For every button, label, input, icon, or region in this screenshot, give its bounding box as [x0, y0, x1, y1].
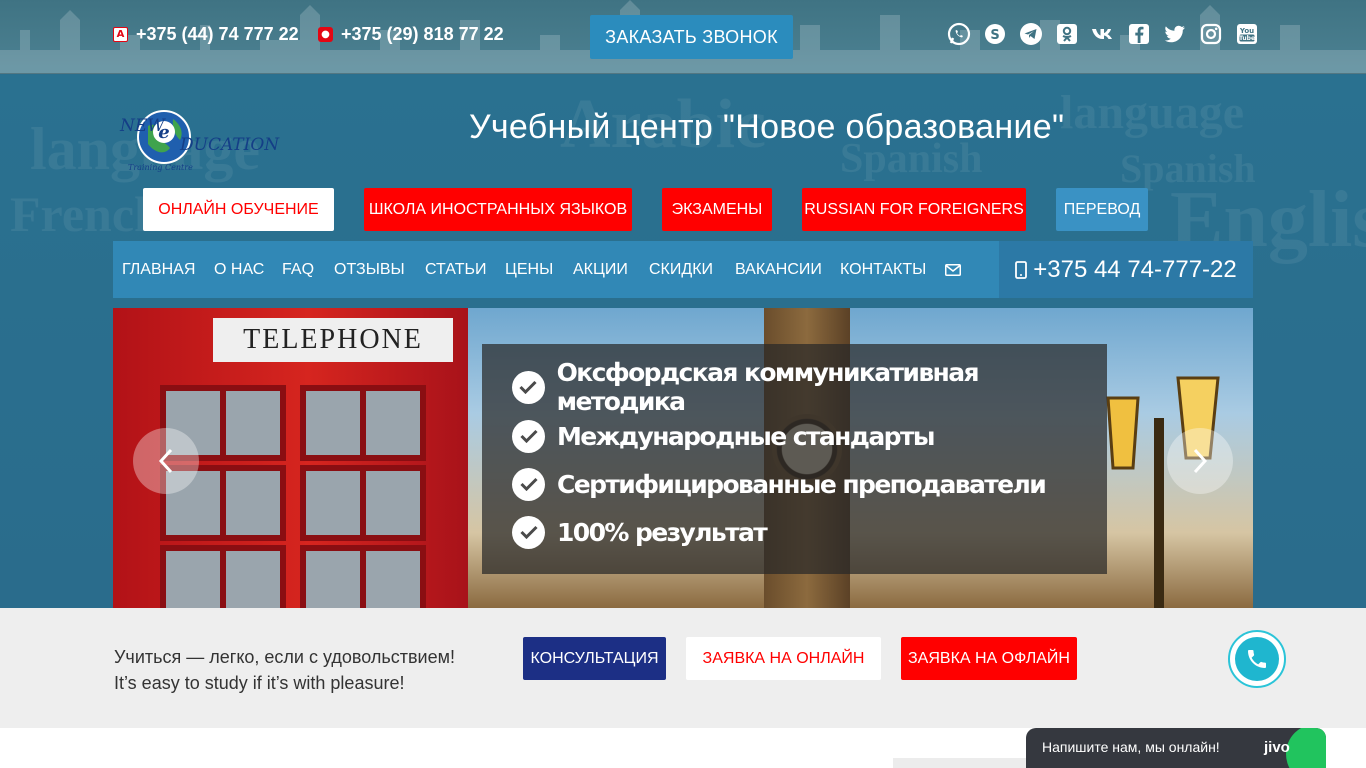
phone-a1-text: +375 (44) 74 777 22: [136, 23, 299, 44]
phone-icon: [1235, 637, 1279, 681]
jivo-chat-widget[interactable]: Напишите нам, мы онлайн! jivo: [1026, 728, 1326, 768]
check-icon: [512, 370, 545, 404]
telegram-icon[interactable]: [1018, 20, 1043, 47]
check-icon: [512, 467, 545, 501]
booth-sign: TELEPHONE: [213, 318, 453, 362]
svg-text:You: You: [1238, 27, 1253, 35]
motto-ru: Учиться — легко, если с удовольствием!: [114, 647, 455, 667]
odnoklassniki-icon[interactable]: [1054, 20, 1079, 47]
envelope-icon[interactable]: [945, 241, 961, 298]
nav-item-faq[interactable]: FAQ: [282, 241, 314, 298]
phone-mts-text: +375 (29) 818 77 22: [341, 23, 504, 44]
svg-text:DUCATION: DUCATION: [179, 135, 280, 155]
check-icon: [512, 419, 545, 453]
feature-item: 100% результат: [512, 515, 768, 549]
jivo-chat-text: Напишите нам, мы онлайн!: [1042, 739, 1220, 755]
consultation-button[interactable]: КОНСУЛЬТАЦИЯ: [523, 637, 666, 680]
chevron-left-icon: [158, 448, 173, 474]
whatsapp-icon[interactable]: [946, 20, 971, 47]
offline-request-button[interactable]: ЗАЯВКА НА ОФЛАЙН: [901, 637, 1077, 680]
category-online-button[interactable]: ОНЛАЙН ОБУЧЕНИЕ: [143, 188, 334, 231]
category-translation-button[interactable]: ПЕРЕВОД: [1056, 188, 1148, 231]
nav-item-about[interactable]: О НАС: [214, 241, 264, 298]
motto: Учиться — легко, если с удовольствием! I…: [114, 644, 455, 696]
skype-icon[interactable]: S: [982, 20, 1007, 47]
bg-decoration: French: [10, 186, 162, 242]
a1-operator-icon: A: [113, 26, 128, 42]
motto-en: It’s easy to study if it’s with pleasure…: [114, 673, 405, 693]
feature-text: 100% результат: [557, 517, 768, 547]
feature-text: Сертифицированные преподаватели: [557, 469, 1047, 499]
category-language-school-button[interactable]: ШКОЛА ИНОСТРАННЫХ ЯЗЫКОВ: [364, 188, 632, 231]
jivo-accent: [1286, 728, 1326, 768]
bg-decoration: language: [1060, 86, 1245, 139]
feature-text: Оксфордская коммуникативная методика: [556, 358, 980, 416]
nav-item-articles[interactable]: СТАТЬИ: [425, 241, 486, 298]
vk-icon[interactable]: [1090, 20, 1115, 47]
svg-text:S: S: [990, 28, 999, 43]
main-nav: ГЛАВНАЯ О НАС FAQ ОТЗЫВЫ СТАТЬИ ЦЕНЫ АКЦ…: [113, 241, 1253, 298]
site-logo[interactable]: e NEW DUCATION Training Centre: [118, 104, 288, 174]
nav-item-discounts[interactable]: СКИДКИ: [649, 241, 713, 298]
nav-item-prices[interactable]: ЦЕНЫ: [505, 241, 553, 298]
phone-a1[interactable]: A +375 (44) 74 777 22: [113, 22, 299, 46]
features-overlay: Оксфордская коммуникативная методика Меж…: [482, 344, 1107, 574]
nav-item-vacancies[interactable]: ВАКАНСИИ: [735, 241, 822, 298]
phone-mts[interactable]: ● +375 (29) 818 77 22: [318, 22, 504, 46]
feature-item: Международные стандарты: [512, 419, 935, 453]
youtube-icon[interactable]: You Tube: [1234, 20, 1259, 47]
svg-text:NEW: NEW: [119, 116, 166, 136]
top-bar: A +375 (44) 74 777 22 ● +375 (29) 818 77…: [0, 0, 1366, 74]
feature-text: Международные стандарты: [557, 421, 935, 451]
nav-item-home[interactable]: ГЛАВНАЯ: [122, 241, 195, 298]
facebook-icon[interactable]: [1126, 20, 1151, 47]
twitter-icon[interactable]: [1162, 20, 1187, 47]
mts-operator-icon: ●: [318, 26, 333, 42]
chevron-right-icon: [1193, 448, 1208, 474]
nav-phone-text: +375 44 74-777-22: [1033, 255, 1237, 283]
nav-item-reviews[interactable]: ОТЗЫВЫ: [334, 241, 405, 298]
online-request-button[interactable]: ЗАЯВКА НА ОНЛАЙН: [686, 637, 881, 680]
order-call-button[interactable]: ЗАКАЗАТЬ ЗВОНОК: [590, 15, 793, 59]
check-icon: [512, 515, 545, 549]
svg-text:Training Centre: Training Centre: [128, 163, 193, 172]
nav-item-contacts[interactable]: КОНТАКТЫ: [840, 241, 926, 298]
callback-widget-button[interactable]: [1228, 630, 1286, 688]
mobile-phone-icon: [1015, 260, 1028, 279]
instagram-icon[interactable]: [1198, 20, 1223, 47]
content-block: [893, 758, 1033, 768]
nav-item-promotions[interactable]: АКЦИИ: [573, 241, 628, 298]
nav-phone[interactable]: +375 44 74-777-22: [999, 241, 1253, 298]
svg-text:Tube: Tube: [1238, 35, 1254, 42]
slider-prev-button[interactable]: [133, 428, 199, 494]
feature-item: Оксфордская коммуникативная методика: [512, 358, 1107, 416]
social-links: S You Tube: [946, 20, 1259, 47]
site-title: Учебный центр "Новое образование": [469, 108, 1065, 146]
hero-slider: TELEPHONE Оксфордская коммуникативная ме…: [113, 308, 1253, 608]
category-exams-button[interactable]: ЭКЗАМЕНЫ: [662, 188, 772, 231]
slider-next-button[interactable]: [1167, 428, 1233, 494]
feature-item: Сертифицированные преподаватели: [512, 467, 1047, 501]
category-russian-for-foreigners-button[interactable]: RUSSIAN FOR FOREIGNERS: [802, 188, 1026, 231]
jivo-logo: jivo: [1264, 739, 1290, 756]
